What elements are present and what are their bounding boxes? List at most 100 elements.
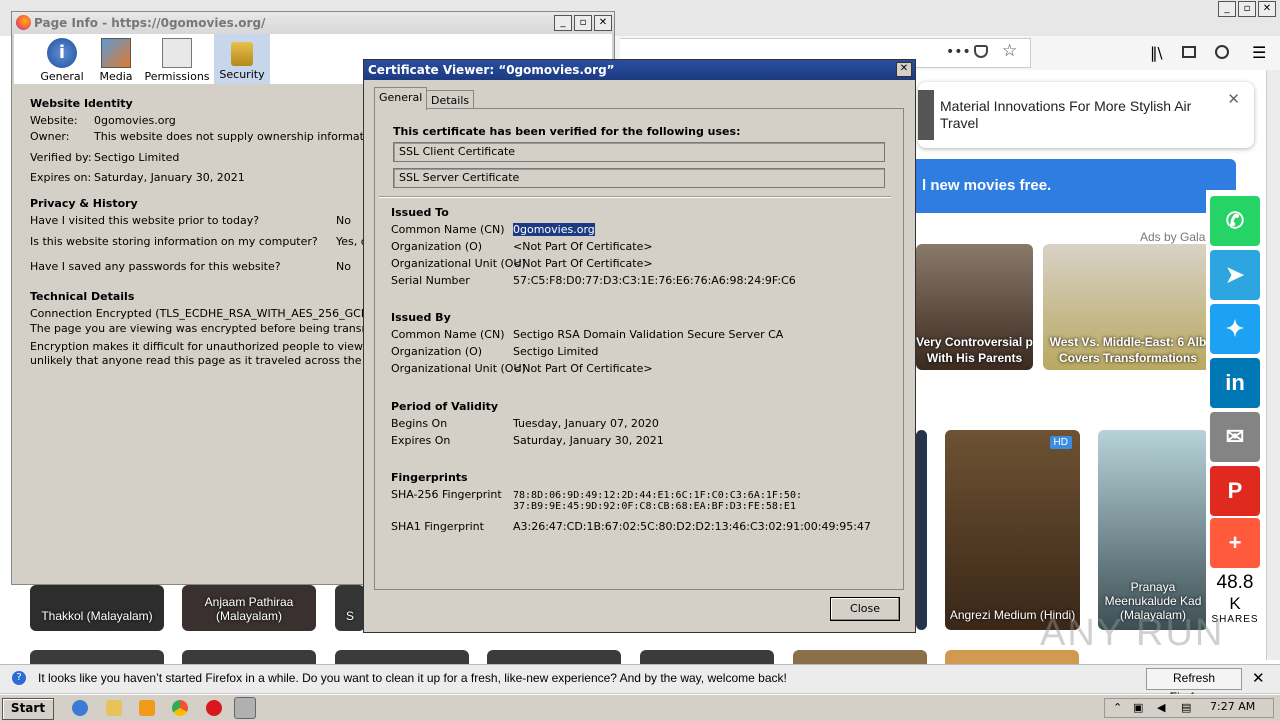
more-share-icon[interactable]: +	[1210, 518, 1260, 568]
poster-title: S	[345, 609, 354, 623]
close-icon[interactable]: ✕	[1252, 669, 1265, 687]
movie-poster[interactable]: Thakkol (Malayalam)	[30, 585, 164, 631]
ad-card[interactable]: West Vs. Middle-East: 6 Alb Covers Trans…	[1043, 244, 1213, 370]
bookmark-star-icon[interactable]: ☆	[1002, 41, 1017, 61]
movie-poster[interactable]	[30, 650, 164, 664]
media-icon	[101, 38, 131, 68]
verified-uses-heading: This certificate has been verified for t…	[393, 125, 741, 138]
maximize-button[interactable]: ▫	[574, 15, 592, 31]
minimize-button[interactable]: _	[1218, 1, 1236, 17]
answer-visited: No	[336, 214, 351, 227]
tray-arrow-icon[interactable]: ⌃	[1113, 701, 1122, 714]
movie-poster[interactable]: S	[335, 585, 365, 631]
tab-general[interactable]: General	[374, 87, 428, 110]
folder-icon[interactable]	[106, 700, 122, 716]
website-identity-heading: Website Identity	[30, 97, 133, 110]
expires-label: Expires on:	[30, 171, 92, 184]
movie-poster[interactable]	[916, 430, 927, 630]
sidebar-icon[interactable]	[1182, 46, 1196, 58]
page-info-titlebar[interactable]: Page Info - https://0gomovies.org/ _ ▫ ✕	[12, 12, 614, 34]
close-button[interactable]: ✕	[1258, 1, 1276, 17]
poster-title: Anjaam Pathiraa (Malayalam)	[204, 595, 294, 623]
ie-icon[interactable]	[72, 700, 88, 716]
issued-to-cn[interactable]: 0gomovies.org	[513, 223, 595, 236]
begins-value: Tuesday, January 07, 2020	[513, 417, 659, 430]
page-scrollbar[interactable]	[1266, 70, 1280, 660]
ad-card[interactable]: Very Controversial p With His Parents	[916, 244, 1033, 370]
issued-by-org: Sectigo Limited	[513, 345, 599, 358]
firefox-icon	[16, 15, 31, 30]
firefox-taskbar-button[interactable]	[234, 697, 256, 719]
ad-notification[interactable]: Material Innovations For More Stylish Ai…	[918, 82, 1254, 148]
movie-poster[interactable]	[640, 650, 774, 664]
question-passwords: Have I saved any passwords for this webs…	[30, 260, 281, 273]
email-icon[interactable]: ✉	[1210, 412, 1260, 462]
linkedin-icon[interactable]: in	[1210, 358, 1260, 408]
tab-security[interactable]: Security	[214, 34, 270, 84]
tab-permissions[interactable]: Permissions	[144, 34, 210, 84]
whatsapp-icon[interactable]: ✆	[1210, 196, 1260, 246]
chrome-icon[interactable]	[172, 700, 188, 716]
volume-icon[interactable]: ◀	[1157, 701, 1165, 714]
close-button[interactable]: Close	[830, 597, 900, 621]
minimize-button[interactable]: _	[554, 15, 572, 31]
promo-banner[interactable]: l new movies free.	[916, 159, 1236, 213]
website-value: 0gomovies.org	[94, 114, 176, 127]
permissions-icon	[162, 38, 192, 68]
tech-explanation-2: unlikely that anyone read this page as i…	[30, 354, 414, 367]
owner-value: This website does not supply ownership i…	[94, 130, 385, 143]
twitter-icon[interactable]: ✦	[1210, 304, 1260, 354]
close-button[interactable]: ✕	[594, 15, 612, 31]
account-icon[interactable]	[1215, 45, 1229, 59]
start-button[interactable]: Start	[2, 698, 54, 720]
movie-poster[interactable]: HD Angrezi Medium (Hindi)	[945, 430, 1080, 630]
info-icon: ?	[12, 671, 26, 685]
close-icon[interactable]: ✕	[1227, 90, 1240, 108]
sha256-line-2: 37:B9:9E:45:9D:92:0F:C8:CB:68:EA:BF:D3:F…	[513, 501, 796, 512]
movie-poster[interactable]	[335, 650, 469, 664]
owner-label: Owner:	[30, 130, 70, 143]
tab-general[interactable]: i General	[38, 34, 86, 84]
certificate-viewer-titlebar[interactable]: Certificate Viewer: “0gomovies.org” ✕	[364, 60, 915, 80]
issued-by-heading: Issued By	[391, 311, 451, 324]
library-icon[interactable]: ‖\	[1150, 44, 1163, 62]
technical-details-heading: Technical Details	[30, 290, 135, 303]
certificate-viewer-window: Certificate Viewer: “0gomovies.org” ✕ Ge…	[363, 59, 916, 633]
issued-by-ou: <Not Part Of Certificate>	[513, 362, 653, 375]
tab-media[interactable]: Media	[94, 34, 138, 84]
notification-bar: ? It looks like you haven’t started Fire…	[0, 664, 1280, 704]
browser-window-controls: _ ▫ ✕	[1218, 1, 1276, 17]
fingerprints-heading: Fingerprints	[391, 471, 468, 484]
maximize-button[interactable]: ▫	[1238, 1, 1256, 17]
question-storing: Is this website storing information on m…	[30, 235, 318, 248]
page-info-window-controls: _ ▫ ✕	[554, 15, 612, 31]
ou-label: Organizational Unit (OU)	[391, 257, 526, 270]
pinterest-icon[interactable]: P	[1210, 466, 1260, 516]
privacy-heading: Privacy & History	[30, 197, 138, 210]
expires-label: Expires On	[391, 434, 451, 447]
close-icon[interactable]: ✕	[896, 62, 912, 77]
poster-title: Thakkol (Malayalam)	[41, 609, 153, 623]
opera-icon[interactable]	[206, 700, 222, 716]
card-caption: West Vs. Middle-East: 6 Alb Covers Trans…	[1049, 335, 1207, 365]
banner-text: l new movies free.	[922, 177, 1052, 194]
hamburger-menu-icon[interactable]: ☰	[1252, 43, 1266, 62]
telegram-icon[interactable]: ➤	[1210, 250, 1260, 300]
shield-icon[interactable]: ▤	[1181, 701, 1191, 714]
share-count-number: 48.8	[1216, 572, 1254, 593]
movie-poster[interactable]: Pranaya Meenukalude Kad (Malayalam)	[1098, 430, 1208, 630]
refresh-firefox-button[interactable]: Refresh Firefox…	[1146, 668, 1242, 704]
network-icon[interactable]: ▣	[1133, 701, 1143, 714]
ad-text[interactable]: Material Innovations For More Stylish Ai…	[940, 98, 1210, 132]
org-label: Organization (O)	[391, 240, 483, 253]
serial-number: 57:C5:F8:D0:77:D3:C3:1E:76:E6:76:A6:98:2…	[513, 274, 796, 287]
movie-poster[interactable]	[487, 650, 621, 664]
media-player-icon[interactable]	[139, 700, 155, 716]
movie-poster[interactable]: Anjaam Pathiraa (Malayalam)	[182, 585, 316, 631]
page-actions-icon[interactable]: •••	[946, 44, 971, 60]
issued-to-org: <Not Part Of Certificate>	[513, 240, 653, 253]
issued-to-ou: <Not Part Of Certificate>	[513, 257, 653, 270]
issued-by-cn: Sectigo RSA Domain Validation Secure Ser…	[513, 328, 784, 341]
movie-poster[interactable]	[182, 650, 316, 664]
movie-poster[interactable]	[793, 650, 927, 664]
